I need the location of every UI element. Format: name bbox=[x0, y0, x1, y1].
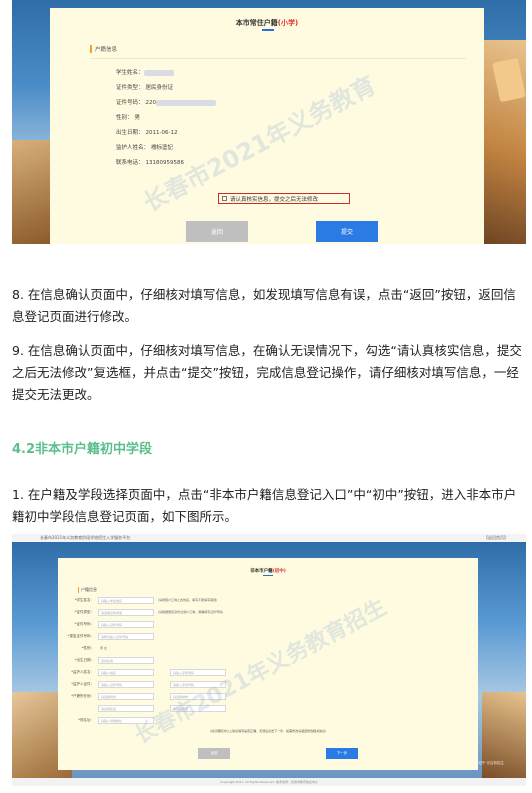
info-row-phone: 联系电话： 13180959586 bbox=[116, 160, 185, 166]
back-button[interactable]: 返回 bbox=[186, 221, 248, 242]
field-label: *证件类型： bbox=[74, 610, 94, 614]
screenshot-confirm-page: 本市常住户籍(小学) 户籍信息 学生姓名： 证件类型： 居民身份证 证件号码： 22… bbox=[12, 0, 526, 244]
info-row-gender: 性别：男 bbox=[116, 115, 141, 121]
title-underline bbox=[262, 29, 274, 31]
confirm-checkbox-row[interactable]: 请认真核实信息，提交之后无法修改 bbox=[218, 193, 350, 204]
id-type-select[interactable]: 请选择证件类型 bbox=[98, 609, 154, 616]
birthdate-field: 自动生成 bbox=[98, 657, 154, 664]
field-label: *现住址： bbox=[78, 718, 94, 722]
title-underline bbox=[263, 575, 273, 576]
guardian-name-input[interactable]: 请输入姓名 bbox=[98, 669, 154, 676]
redacted-value bbox=[156, 99, 217, 106]
info-row-id-number: 证件号码： 220 bbox=[116, 98, 217, 106]
confirm-checkbox[interactable] bbox=[222, 196, 227, 201]
province-select[interactable]: 请选择省份 bbox=[98, 693, 154, 700]
info-row-guardian: 监护人姓名： 襦标塗記 bbox=[116, 145, 174, 151]
form-note: (请仔细核对以上信息填写是否正确，无误后点击下一步，如需修改请返回修改相关信息) bbox=[210, 729, 327, 733]
next-button[interactable]: 下一步 bbox=[326, 748, 358, 759]
section-title: 户籍信息 bbox=[78, 587, 97, 593]
confirm-checkbox-label: 请认真核实信息，提交之后无法修改 bbox=[230, 196, 319, 203]
id-number-confirm-input[interactable]: 请再次输入证件号码 bbox=[98, 633, 154, 640]
field-hint: (请按照户口簿上的姓名，填写不能填写错误) bbox=[158, 598, 218, 602]
paragraph-step-9: 9. 在信息确认页面中，仔细核对填写信息，在确认无误情况下，勾选“请认真核实信息… bbox=[12, 343, 522, 402]
info-row-id-type: 证件类型： 居民身份证 bbox=[116, 85, 174, 91]
field-label: *证件号码： bbox=[74, 622, 94, 626]
info-row-student-name: 学生姓名： bbox=[116, 68, 174, 76]
top-bar: 长春市2021年义务教育阶段学校招生入学服务平台 【返回首页】 bbox=[12, 534, 526, 542]
field-label: *出生日期： bbox=[74, 658, 94, 662]
return-home-link[interactable]: 【返回首页】 bbox=[484, 535, 508, 541]
corner-watermark: 知乎 @吉林招生 bbox=[478, 761, 504, 765]
book-decoration-left bbox=[12, 140, 52, 244]
section-heading: 4.2非本市户籍初中学段 bbox=[12, 442, 153, 457]
site-title: 长春市2021年义务教育阶段学校招生入学服务平台 bbox=[40, 535, 131, 540]
page-title: 本市常住户籍(小学) bbox=[235, 19, 299, 27]
redacted-value bbox=[143, 69, 174, 76]
field-hint: (请根据居民身份证或户口簿，准确填写证件号码) bbox=[158, 610, 224, 614]
gender-radio-group[interactable]: 男 女 bbox=[100, 646, 107, 650]
guardian-id-input[interactable]: 请输入证件号码 bbox=[98, 681, 154, 688]
screenshot-registration-page: 长春市2021年义务教育阶段学校招生入学服务平台 【返回首页】 非本市户籍(初中… bbox=[12, 534, 526, 786]
section-title: 户籍信息 bbox=[90, 45, 117, 53]
paragraph-step-8: 8. 在信息确认页面中，仔细核对填写信息，如发现填写信息有误，点击“返回”按钮，… bbox=[12, 287, 516, 324]
page-footer: Copyright 2021. All Rights Reserved. 技术支… bbox=[12, 778, 526, 786]
field-label: *监护人姓名： bbox=[71, 670, 94, 674]
field-label: *学生姓名： bbox=[74, 598, 94, 602]
field-label: *监护人证件： bbox=[71, 682, 94, 686]
paragraph-step-1: 1. 在户籍及学段选择页面中，点击“非本市户籍信息登记入口”中“初中”按钮，进入… bbox=[12, 487, 517, 524]
info-row-birthdate: 出生日期： 2011-06-12 bbox=[116, 130, 178, 136]
field-label: *重复证件号码： bbox=[67, 634, 94, 638]
back-button[interactable]: 返回 bbox=[198, 748, 230, 759]
page-background: 非本市户籍(初中) 户籍信息 *学生姓名： 请输入学生姓名 (请按照户口簿上的姓… bbox=[12, 542, 526, 778]
field-label: *性别： bbox=[81, 646, 94, 650]
id-number-input[interactable]: 请输入证件号码 bbox=[98, 621, 154, 628]
submit-button[interactable]: 提交 bbox=[316, 221, 378, 242]
student-name-input[interactable]: 请输入学生姓名 bbox=[98, 597, 154, 604]
field-label: *户籍所在地： bbox=[71, 694, 94, 698]
